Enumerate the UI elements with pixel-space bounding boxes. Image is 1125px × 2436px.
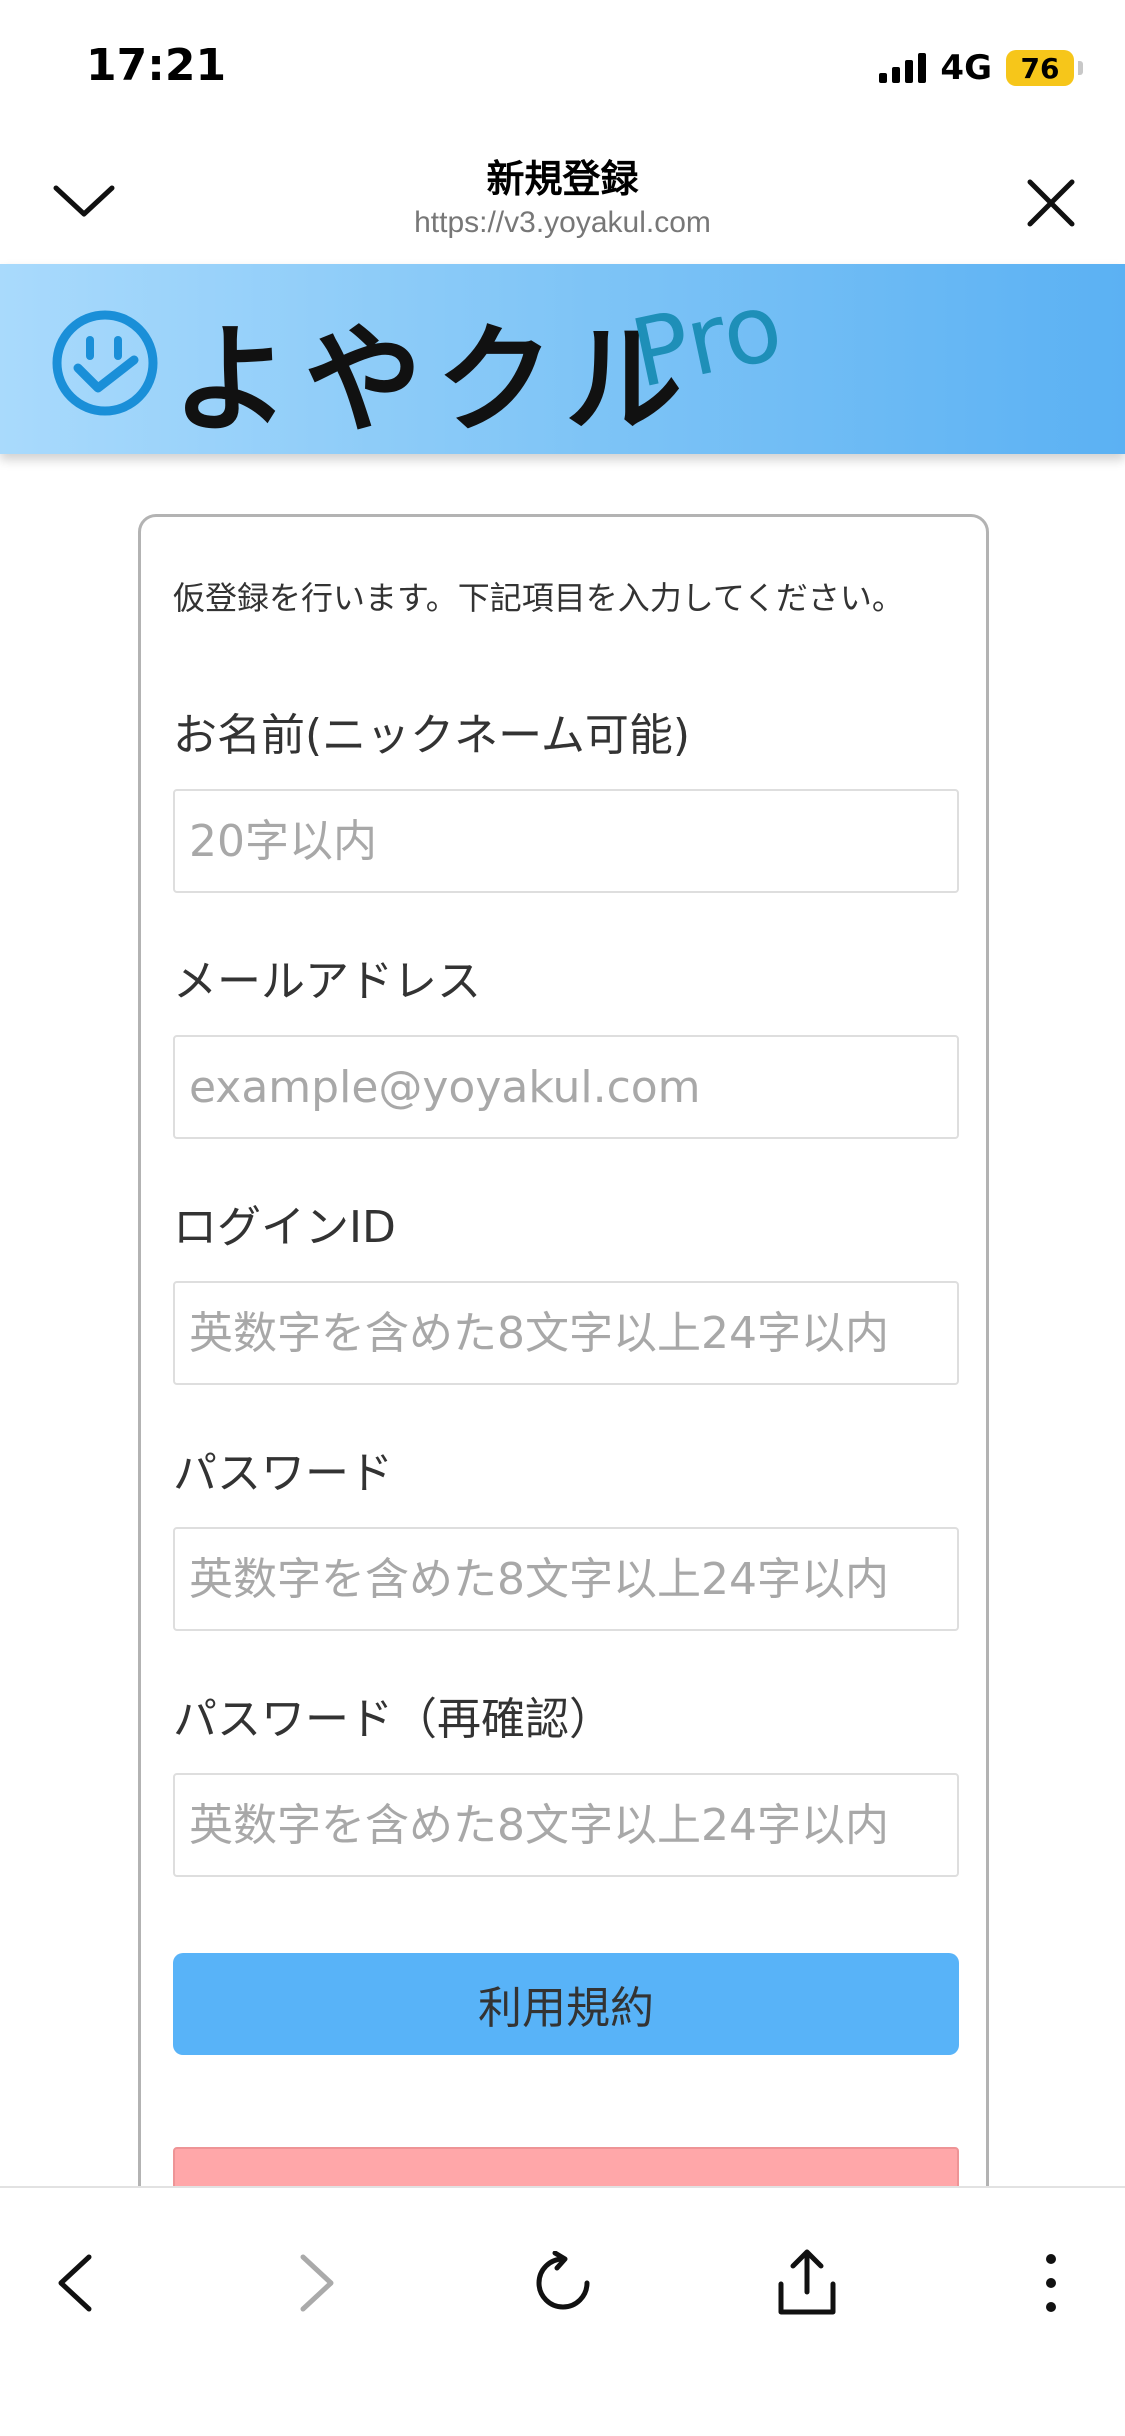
login-id-input[interactable] (173, 1281, 959, 1385)
smile-check-icon (52, 310, 158, 416)
signal-icon (879, 53, 927, 83)
nickname-input[interactable] (173, 789, 959, 893)
login-id-label: ログインID (173, 1202, 396, 1253)
password-confirm-label: パスワード（再確認） (173, 1694, 613, 1745)
email-input[interactable] (173, 1035, 959, 1139)
battery-cap (1078, 61, 1083, 75)
reload-icon (536, 2251, 590, 2310)
status-bar: 17:21 4G 76 (0, 0, 1125, 132)
nickname-label: お名前(ニックネーム可能) (173, 710, 691, 761)
share-button[interactable] (752, 2228, 862, 2338)
status-time: 17:21 (86, 40, 227, 91)
back-icon (58, 2254, 92, 2312)
network-type: 4G (940, 48, 992, 88)
intro-text: 仮登録を行います。下記項目を入力してください。 (173, 579, 904, 617)
terms-button[interactable]: 利用規約 (173, 1953, 959, 2055)
brand-name: よやクル (172, 311, 697, 449)
reload-button[interactable] (508, 2228, 618, 2338)
browser-header: 新規登録 https://v3.yoyakul.com (0, 132, 1125, 264)
screen: 17:21 4G 76 新規登録 https://v3.yoyakul.com (0, 0, 1125, 2436)
share-icon (778, 2249, 836, 2315)
battery-icon: 76 (1006, 50, 1074, 86)
password-label: パスワード (173, 1448, 393, 1499)
brand-banner: よやクル Pro (0, 264, 1125, 454)
back-button[interactable] (20, 2228, 130, 2338)
forward-button[interactable] (262, 2228, 372, 2338)
email-label: メールアドレス (173, 956, 481, 1007)
page-title: 新規登録 (486, 157, 639, 201)
battery-level: 76 (1020, 51, 1060, 85)
close-button[interactable] (1013, 168, 1089, 238)
status-indicators: 4G 76 (879, 48, 1083, 88)
password-input[interactable] (173, 1527, 959, 1631)
forward-icon (300, 2254, 334, 2312)
password-confirm-input[interactable] (173, 1773, 959, 1877)
more-button[interactable] (996, 2228, 1106, 2338)
registration-form: 仮登録を行います。下記項目を入力してください。 お名前(ニックネーム可能) メー… (138, 514, 989, 2249)
page-url[interactable]: https://v3.yoyakul.com (0, 206, 1125, 240)
close-icon (1027, 179, 1075, 227)
more-icon (1046, 2254, 1056, 2312)
bottom-toolbar (0, 2186, 1125, 2436)
